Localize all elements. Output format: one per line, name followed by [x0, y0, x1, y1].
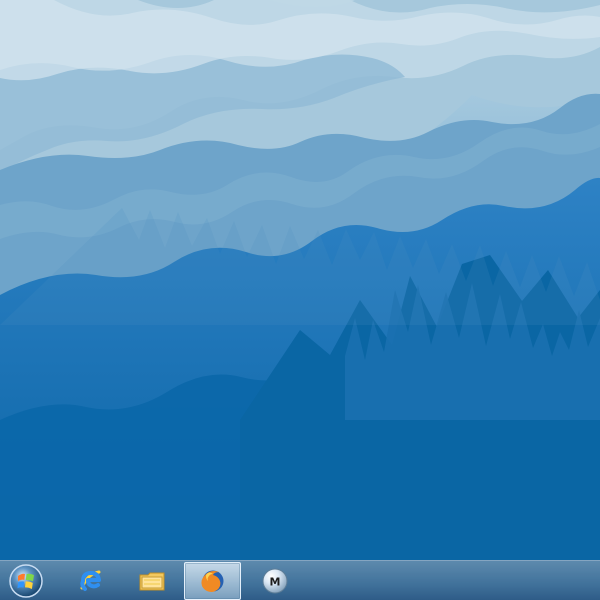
windows-start-orb-icon [9, 564, 43, 598]
taskbar-app-firefox[interactable] [184, 562, 241, 600]
taskbar-app-media-player[interactable]: M [246, 562, 303, 600]
media-player-label: M [269, 576, 280, 589]
desktop-screen: M [0, 0, 600, 600]
internet-explorer-icon [79, 570, 101, 591]
desktop-wallpaper [0, 0, 600, 560]
taskbar-app-file-explorer[interactable] [123, 562, 180, 600]
media-player-icon: M [262, 568, 287, 594]
start-button[interactable] [0, 562, 52, 600]
file-explorer-icon [139, 572, 164, 591]
taskbar: M [0, 560, 600, 600]
taskbar-app-internet-explorer[interactable] [62, 562, 119, 600]
firefox-icon [200, 570, 223, 592]
